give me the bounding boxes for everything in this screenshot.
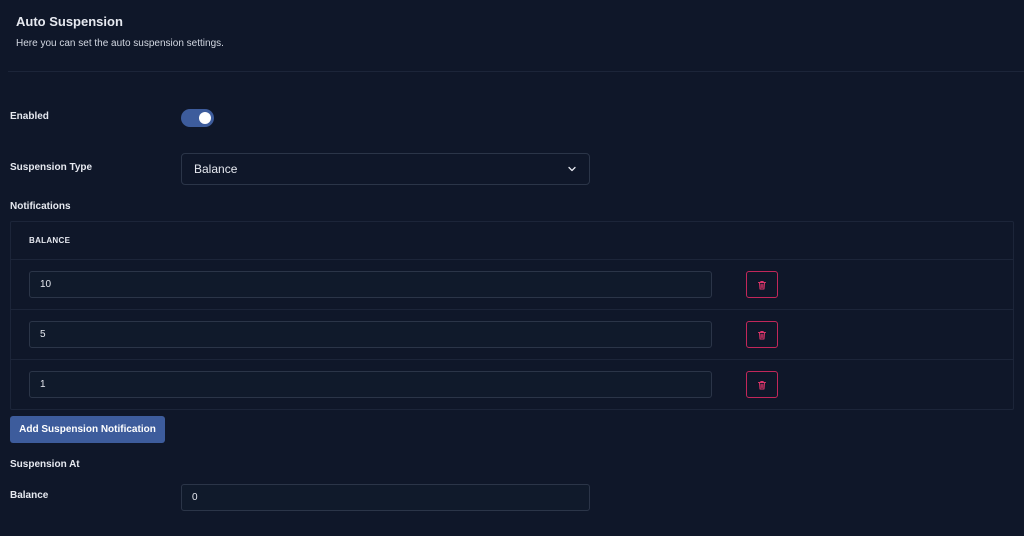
table-row: 1 (11, 360, 1013, 410)
trash-icon (758, 330, 766, 339)
add-suspension-notification-button[interactable]: Add Suspension Notification (10, 416, 165, 443)
balance-label: Balance (10, 490, 49, 501)
notifications-table: BALANCE 10 5 1 (10, 221, 1014, 410)
toggle-knob (199, 112, 211, 124)
suspension-type-label: Suspension Type (10, 162, 93, 173)
enabled-label: Enabled (10, 111, 49, 122)
page-subtitle: Here you can set the auto suspension set… (16, 38, 224, 49)
suspension-type-value: Balance (194, 162, 238, 176)
header-divider (8, 71, 1024, 72)
suspension-type-select[interactable]: Balance (181, 153, 590, 185)
suspension-balance-input[interactable]: 0 (181, 484, 590, 511)
notifications-label: Notifications (10, 201, 71, 212)
page-title: Auto Suspension (16, 14, 123, 29)
table-header: BALANCE (11, 222, 1013, 260)
notification-balance-input[interactable]: 5 (29, 321, 712, 348)
chevron-down-icon (568, 166, 576, 172)
table-row: 10 (11, 260, 1013, 310)
trash-icon (758, 280, 766, 289)
suspension-at-label: Suspension At (10, 459, 80, 470)
enabled-toggle[interactable] (181, 109, 214, 127)
page-header: Auto Suspension Here you can set the aut… (16, 14, 224, 49)
table-row: 5 (11, 310, 1013, 360)
notification-balance-input[interactable]: 1 (29, 371, 712, 398)
notification-balance-input[interactable]: 10 (29, 271, 712, 298)
delete-notification-button[interactable] (746, 321, 778, 348)
delete-notification-button[interactable] (746, 371, 778, 398)
column-header-balance: BALANCE (29, 236, 71, 245)
trash-icon (758, 380, 766, 389)
delete-notification-button[interactable] (746, 271, 778, 298)
